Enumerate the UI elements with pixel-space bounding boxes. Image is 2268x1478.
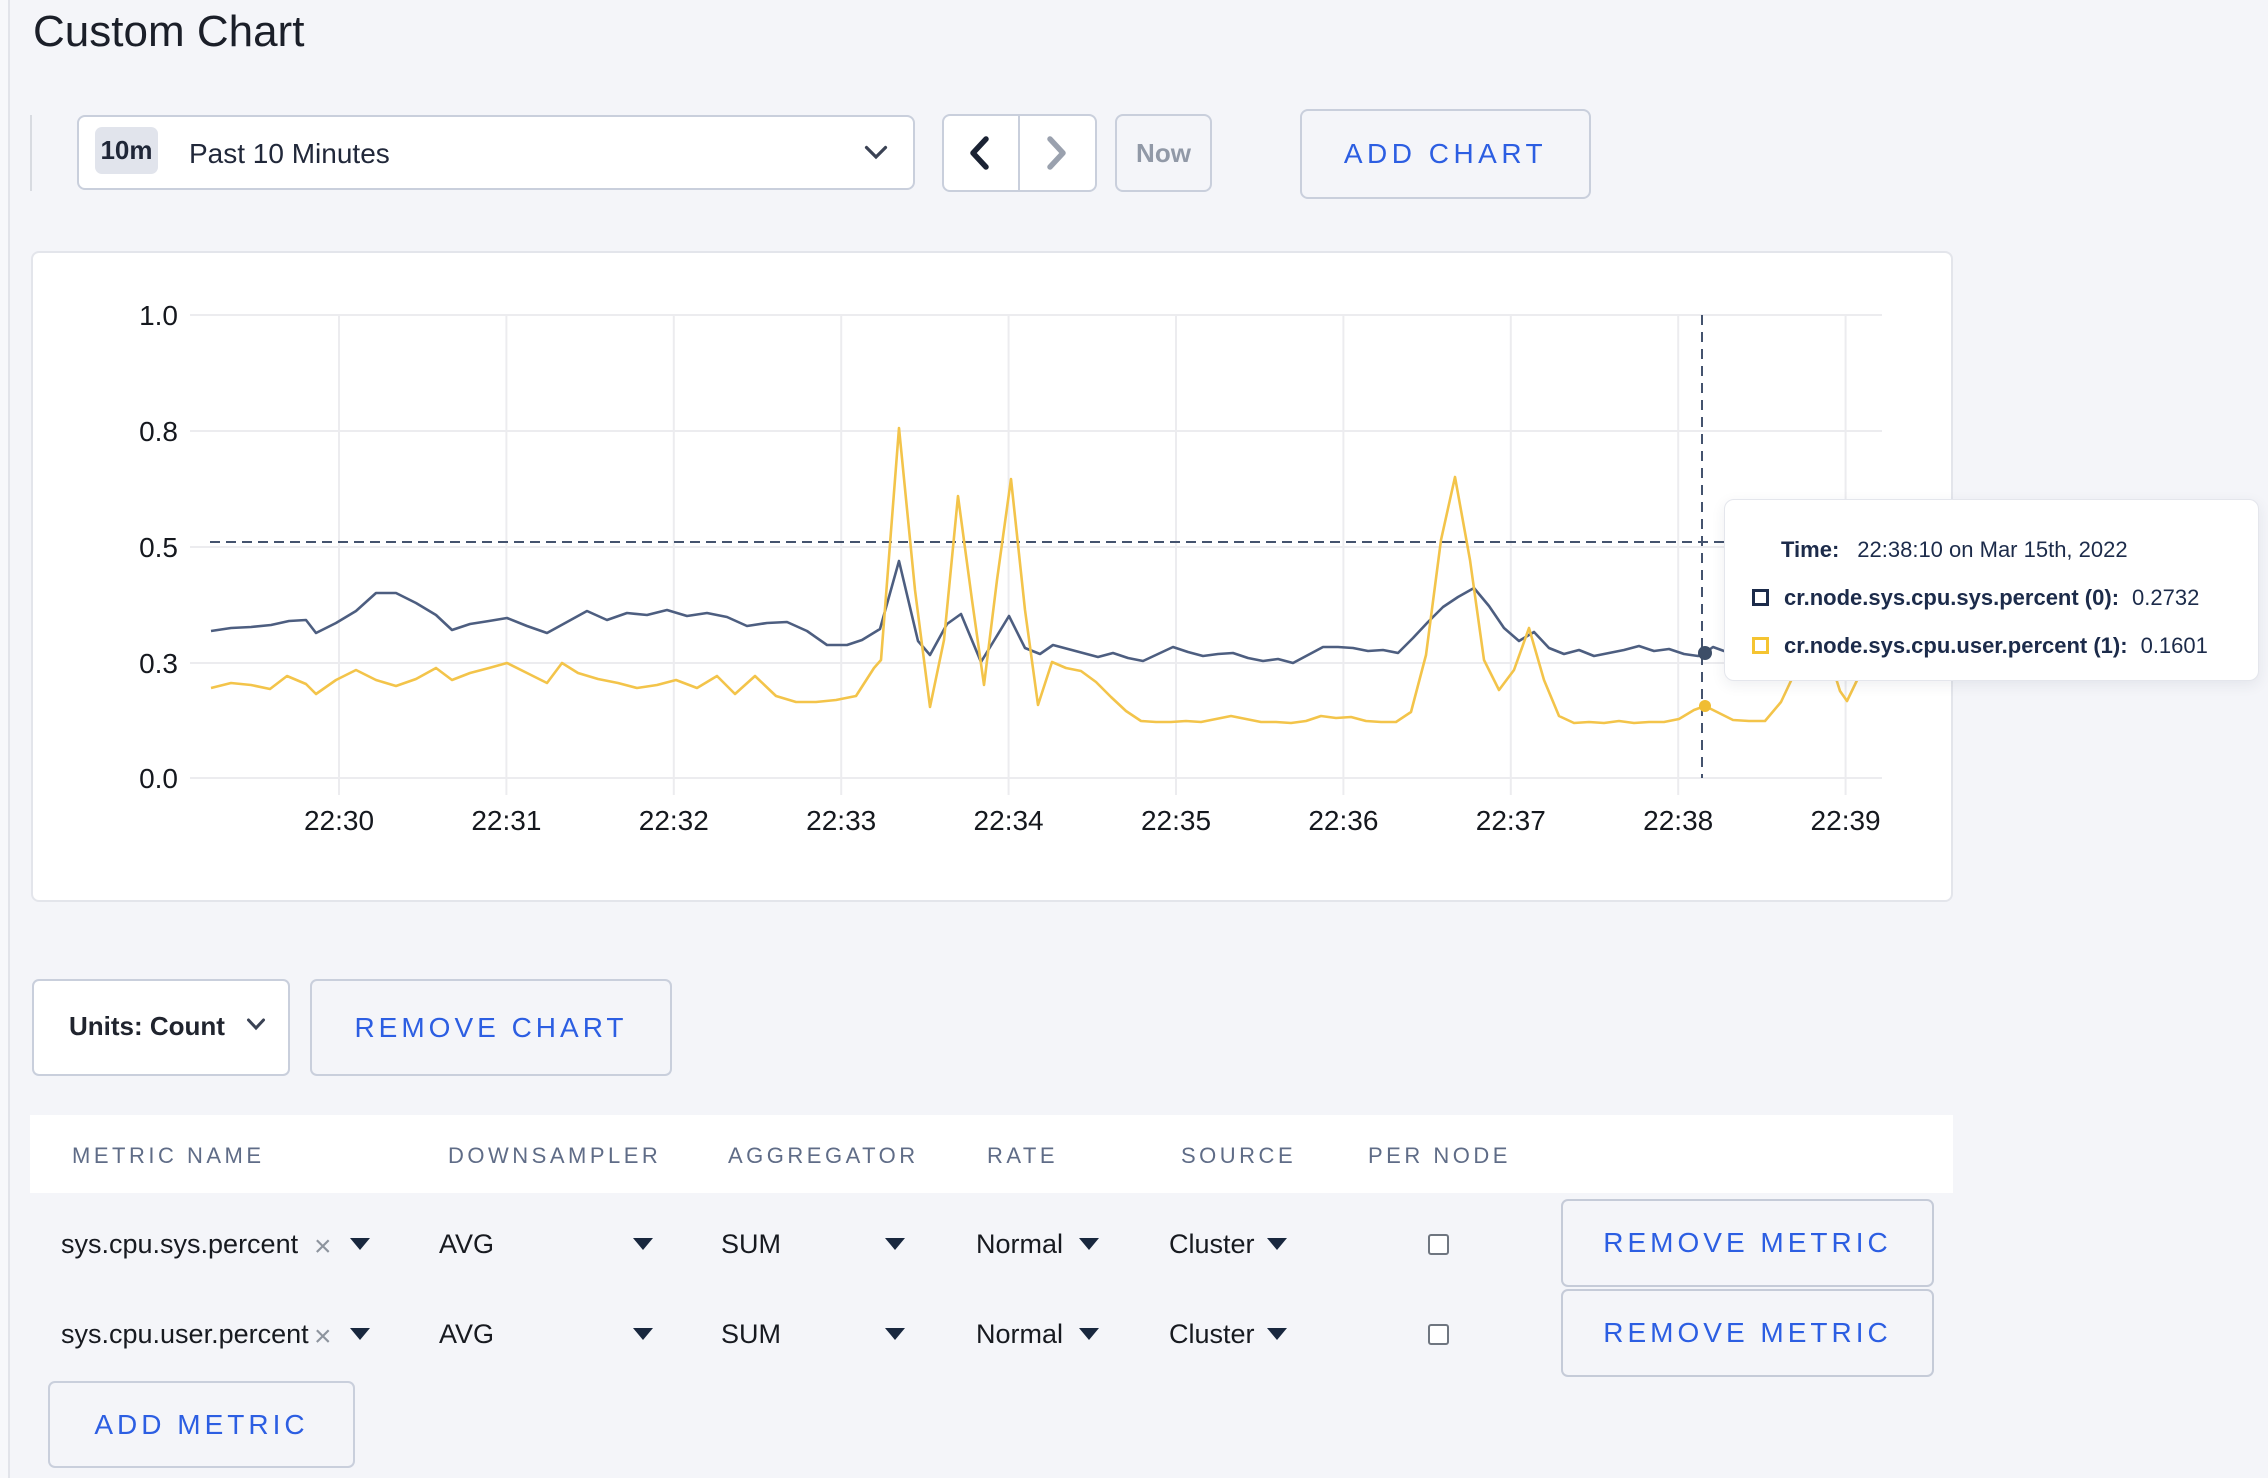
svg-text:0.5: 0.5 <box>139 532 178 563</box>
svg-text:1.0: 1.0 <box>139 300 178 331</box>
svg-text:22:34: 22:34 <box>974 805 1044 836</box>
svg-text:22:30: 22:30 <box>304 805 374 836</box>
svg-text:22:31: 22:31 <box>471 805 541 836</box>
svg-text:0.8: 0.8 <box>139 416 178 447</box>
svg-text:0.3: 0.3 <box>139 648 178 679</box>
svg-text:22:39: 22:39 <box>1811 805 1881 836</box>
svg-text:22:37: 22:37 <box>1476 805 1546 836</box>
svg-text:22:35: 22:35 <box>1141 805 1211 836</box>
svg-text:22:38: 22:38 <box>1643 805 1713 836</box>
svg-text:22:32: 22:32 <box>639 805 709 836</box>
svg-text:22:36: 22:36 <box>1308 805 1378 836</box>
svg-text:22:33: 22:33 <box>806 805 876 836</box>
svg-text:0.0: 0.0 <box>139 763 178 794</box>
